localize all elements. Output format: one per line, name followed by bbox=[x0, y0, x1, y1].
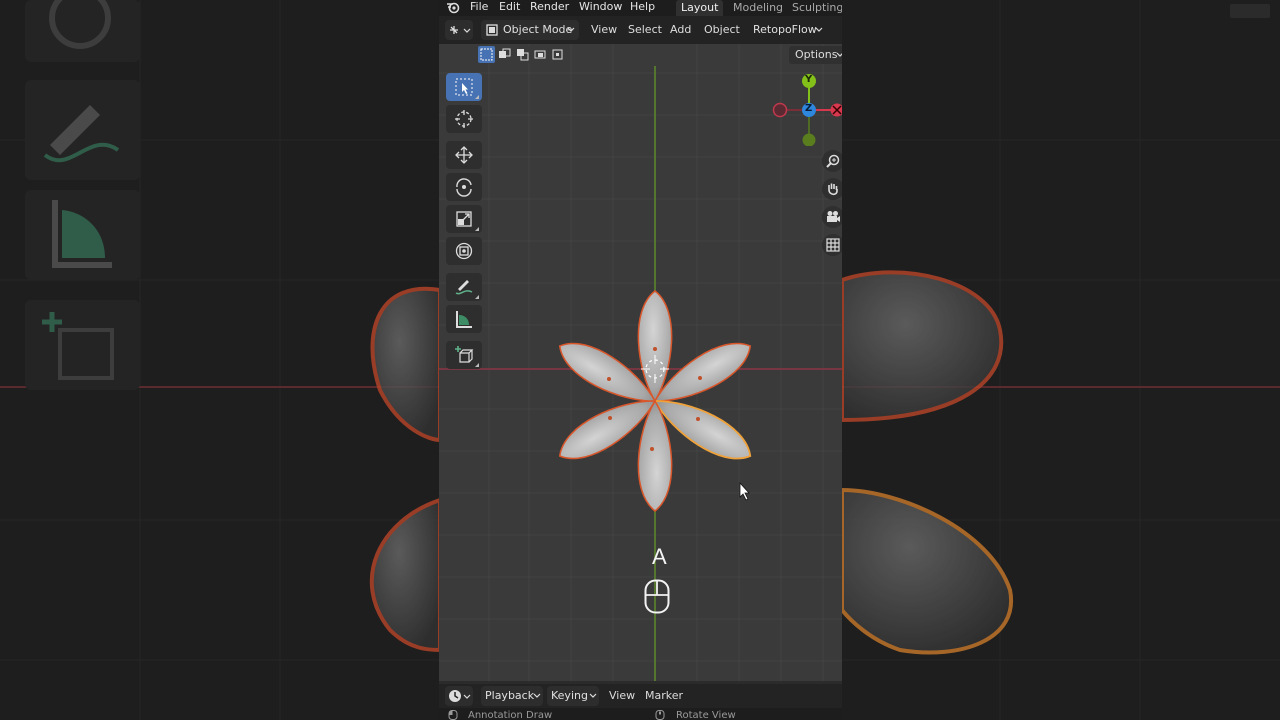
flower-mesh bbox=[558, 290, 752, 512]
menu-view[interactable]: View bbox=[591, 21, 617, 39]
mode-label: Object Mode bbox=[503, 23, 573, 36]
camera-icon bbox=[827, 211, 840, 222]
menu-render[interactable]: Render bbox=[530, 0, 569, 14]
menu-file[interactable]: File bbox=[470, 0, 488, 14]
select-mode-subtract-button[interactable] bbox=[514, 46, 531, 63]
select-mode-invert-button[interactable] bbox=[532, 46, 549, 63]
editor-type-dropdown[interactable] bbox=[445, 20, 473, 40]
chevron-down-icon bbox=[533, 693, 541, 698]
menu-window[interactable]: Window bbox=[579, 0, 622, 14]
timeline-editor-type-dropdown[interactable] bbox=[445, 686, 473, 706]
navigation-gizmo[interactable]: Y Z bbox=[769, 70, 842, 147]
grid-icon bbox=[826, 238, 840, 252]
mouse-pointer-icon bbox=[739, 481, 750, 501]
screencast-key-label: A bbox=[652, 544, 667, 569]
keying-label: Keying bbox=[551, 689, 588, 702]
tool-variants-indicator bbox=[475, 363, 479, 367]
object-mode-icon bbox=[486, 24, 498, 36]
options-label: Options bbox=[795, 48, 838, 61]
rotate-icon bbox=[456, 178, 472, 197]
3d-viewport[interactable]: Options Y Z A bbox=[439, 44, 842, 681]
tool-variants-indicator bbox=[475, 227, 479, 231]
mouse-icon bbox=[644, 579, 670, 614]
status-right-action: Rotate View bbox=[676, 710, 736, 720]
add-cube-icon bbox=[455, 346, 474, 363]
transform-tool[interactable] bbox=[446, 237, 482, 265]
retopoflow-label: RetopoFlow bbox=[753, 23, 817, 36]
chevron-down-icon bbox=[567, 27, 575, 32]
chevron-down-icon bbox=[589, 693, 597, 698]
cursor-icon bbox=[455, 110, 473, 128]
select-mode-extend-button[interactable] bbox=[496, 46, 513, 63]
gizmo-z-label: Z bbox=[805, 103, 813, 114]
menu-help[interactable]: Help bbox=[630, 0, 655, 14]
options-dropdown[interactable]: Options bbox=[789, 46, 842, 64]
menu-add[interactable]: Add bbox=[670, 21, 691, 39]
playback-dropdown[interactable]: Playback bbox=[481, 686, 543, 706]
viewport-header: Object Mode View Select Add Object Retop… bbox=[439, 16, 842, 44]
tool-variants-indicator bbox=[475, 95, 479, 99]
tool-variants-indicator bbox=[475, 295, 479, 299]
top-menu-bar: File Edit Render Window Help Layout Mode… bbox=[439, 0, 842, 16]
timeline-menu-marker[interactable]: Marker bbox=[645, 688, 683, 704]
gizmo-y-label: Y bbox=[805, 74, 813, 85]
blender-window: File Edit Render Window Help Layout Mode… bbox=[439, 0, 842, 720]
add-cube-tool[interactable] bbox=[446, 341, 482, 369]
retopoflow-dropdown[interactable]: RetopoFlow bbox=[747, 20, 827, 40]
move-tool[interactable] bbox=[446, 141, 482, 169]
hand-icon bbox=[828, 183, 838, 196]
annotate-tool[interactable] bbox=[446, 273, 482, 301]
select-mode-group bbox=[478, 46, 566, 64]
menu-object[interactable]: Object bbox=[704, 21, 740, 39]
chevron-down-icon bbox=[815, 27, 823, 32]
select-mode-intersect-button[interactable] bbox=[550, 46, 566, 63]
chevron-down-icon bbox=[836, 52, 842, 57]
cursor-tool[interactable] bbox=[446, 105, 482, 133]
tab-sculpting[interactable]: Sculpting bbox=[787, 0, 842, 16]
select-box-icon bbox=[455, 78, 473, 96]
zoom-button[interactable] bbox=[822, 150, 842, 172]
timeline-menu-view[interactable]: View bbox=[609, 688, 635, 704]
rotate-tool[interactable] bbox=[446, 173, 482, 201]
move-icon bbox=[455, 146, 473, 164]
menu-edit[interactable]: Edit bbox=[499, 0, 520, 14]
scale-tool[interactable] bbox=[446, 205, 482, 233]
measure-icon bbox=[456, 311, 472, 328]
mode-dropdown[interactable]: Object Mode bbox=[481, 20, 579, 40]
playback-label: Playback bbox=[485, 689, 535, 702]
mouse-left-icon bbox=[448, 710, 458, 720]
select-mode-new-button[interactable] bbox=[478, 46, 495, 63]
scale-icon bbox=[456, 211, 472, 227]
tab-layout[interactable]: Layout bbox=[676, 0, 724, 16]
zoom-icon bbox=[826, 154, 840, 168]
blender-logo-icon[interactable] bbox=[446, 1, 460, 17]
pan-button[interactable] bbox=[822, 178, 842, 200]
mouse-middle-icon bbox=[655, 710, 665, 720]
tab-modeling[interactable]: Modeling bbox=[728, 0, 788, 16]
status-left-action: Annotation Draw bbox=[468, 710, 553, 720]
measure-tool[interactable] bbox=[446, 305, 482, 333]
keying-dropdown[interactable]: Keying bbox=[547, 686, 599, 706]
menu-select[interactable]: Select bbox=[628, 21, 662, 39]
annotate-pencil-icon bbox=[455, 280, 473, 295]
camera-view-button[interactable] bbox=[822, 206, 842, 228]
clock-icon bbox=[449, 690, 471, 702]
status-bar: Annotation Draw Rotate View bbox=[439, 708, 842, 720]
select-box-tool[interactable] bbox=[446, 73, 482, 101]
perspective-toggle-button[interactable] bbox=[822, 234, 842, 256]
timeline-header: Playback Keying View Marker bbox=[439, 684, 842, 708]
editor-type-icon bbox=[450, 26, 471, 34]
transform-icon bbox=[455, 242, 473, 260]
